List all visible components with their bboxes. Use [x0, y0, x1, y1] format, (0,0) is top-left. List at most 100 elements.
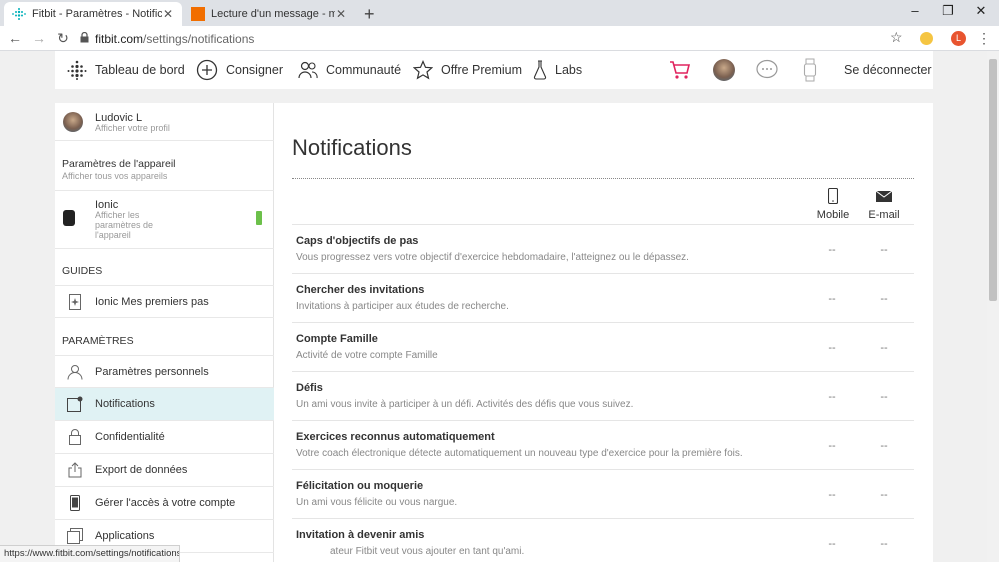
email-setting[interactable]: -- [864, 293, 904, 305]
nav-label: Labs [555, 63, 583, 77]
mobile-setting[interactable]: -- [812, 391, 852, 403]
mobile-setting[interactable]: -- [812, 244, 852, 256]
row-desc: ateur Fitbit veut vous ajouter en tant q… [330, 546, 525, 557]
status-url-bar: https://www.fitbit.com/settings/notifica… [0, 545, 180, 562]
new-tab-button[interactable]: + [364, 4, 375, 25]
extension-icon[interactable] [920, 32, 933, 45]
envelope-icon [864, 187, 904, 205]
column-header-mobile: Mobile [813, 187, 853, 221]
mobile-setting[interactable]: -- [812, 293, 852, 305]
email-setting[interactable]: -- [864, 391, 904, 403]
sidebar-item-label: Confidentialité [95, 431, 165, 443]
mobile-setting[interactable]: -- [812, 489, 852, 501]
nav-label: Offre Premium [441, 63, 523, 77]
table-row[interactable]: Chercher des invitations Invitations à p… [292, 274, 914, 323]
device-settings-title: Paramètres de l'appareil [62, 158, 176, 170]
sidebar-item-privacy[interactable]: Confidentialité [55, 421, 274, 454]
row-title: Défis [296, 382, 323, 394]
email-setting[interactable]: -- [864, 489, 904, 501]
sidebar-item-data-export[interactable]: Export de données [55, 454, 274, 487]
email-setting[interactable]: -- [864, 440, 904, 452]
tab-close-icon[interactable]: ✕ [162, 7, 174, 21]
menu-kebab-icon[interactable]: ⋮ [977, 30, 991, 47]
table-row[interactable]: Compte Famille Activité de votre compte … [292, 323, 914, 372]
sidebar-profile[interactable]: Ludovic L Afficher votre profil [55, 103, 274, 141]
email-setting[interactable]: -- [864, 538, 904, 550]
tab-close-icon[interactable]: ✕ [335, 7, 347, 21]
notifications-panel: Notifications Mobile E-mail Caps d'objec… [274, 103, 933, 562]
sidebar-item-label: Ionic Mes premiers pas [95, 295, 209, 308]
table-row[interactable]: Défis Un ami vous invite à participer à … [292, 372, 914, 421]
battery-icon [256, 211, 262, 225]
back-icon[interactable]: ← [6, 30, 24, 46]
nav-log[interactable]: Consigner [196, 51, 283, 89]
guide-icon [55, 293, 95, 310]
tab-mail[interactable]: Lecture d'un message - mail Ora ✕ [183, 2, 355, 26]
sidebar-device-settings[interactable]: Paramètres de l'appareil Afficher tous v… [55, 141, 274, 191]
title-divider [292, 178, 914, 179]
sidebar-item-personal-settings[interactable]: Paramètres personnels [55, 355, 274, 388]
row-title: Félicitation ou moquerie [296, 480, 424, 492]
table-row[interactable]: Invitation à devenir amis ateur Fitbit v… [292, 519, 914, 562]
profile-avatar-button[interactable]: L [951, 31, 966, 46]
profile-link[interactable]: Afficher votre profil [95, 123, 170, 133]
email-setting[interactable]: -- [864, 342, 904, 354]
nav-community[interactable]: Communauté [298, 51, 401, 89]
table-row[interactable]: Exercices reconnus automatiquement Votre… [292, 421, 914, 470]
tab-title: Fitbit - Paramètres - Notifications [32, 8, 162, 20]
mobile-setting[interactable]: -- [812, 538, 852, 550]
column-label: Mobile [816, 209, 850, 221]
star-icon [413, 60, 433, 80]
settings-sidebar: Ludovic L Afficher votre profil Paramètr… [55, 103, 274, 562]
maximize-button[interactable]: ❐ [938, 3, 958, 19]
forward-icon[interactable]: → [30, 30, 48, 46]
device-button[interactable] [803, 51, 825, 89]
ionic-watch-icon [63, 210, 75, 226]
mobile-setting[interactable]: -- [812, 440, 852, 452]
browser-tabstrip: Fitbit - Paramètres - Notifications ✕ Le… [0, 0, 999, 26]
user-avatar-button[interactable] [713, 51, 735, 89]
close-window-button[interactable]: ✕ [971, 3, 991, 19]
page-scrollbar[interactable] [987, 51, 999, 562]
row-desc: Votre coach électronique détecte automat… [296, 448, 743, 459]
table-row[interactable]: Caps d'objectifs de pas Vous progressez … [292, 225, 914, 274]
logout-link[interactable]: Se déconnecter [844, 51, 932, 89]
lock-icon [55, 429, 95, 445]
reload-icon[interactable]: ↻ [54, 30, 72, 47]
tab-fitbit[interactable]: Fitbit - Paramètres - Notifications ✕ [4, 2, 182, 26]
url-path: /settings/notifications [143, 31, 255, 46]
url-field[interactable]: fitbit.com/settings/notifications [80, 29, 880, 48]
column-label: E-mail [868, 209, 900, 221]
sidebar-item-label: Paramètres personnels [95, 365, 209, 378]
page-title: Notifications [292, 135, 412, 160]
messages-button[interactable] [755, 51, 787, 89]
sidebar-item-ionic-guide[interactable]: Ionic Mes premiers pas [55, 285, 274, 318]
address-bar: ← → ↻ fitbit.com/settings/notifications … [0, 26, 999, 51]
mobile-setting[interactable]: -- [812, 342, 852, 354]
nav-dashboard[interactable]: Tableau de bord [67, 51, 185, 89]
scrollbar-thumb[interactable] [989, 59, 997, 301]
bookmark-star-icon[interactable]: ☆ [890, 29, 903, 46]
sidebar-item-label: Notifications [95, 398, 155, 410]
cart-button[interactable] [669, 51, 699, 89]
sidebar-item-account-access[interactable]: Gérer l'accès à votre compte [55, 487, 274, 520]
mail-favicon-icon [191, 7, 205, 21]
email-setting[interactable]: -- [864, 244, 904, 256]
nav-label: Tableau de bord [95, 63, 185, 77]
device-settings-sub[interactable]: Afficher tous vos appareils [62, 171, 167, 181]
watch-icon [803, 58, 817, 82]
cart-icon [670, 61, 691, 79]
nav-premium[interactable]: Offre Premium [413, 51, 522, 89]
row-title: Invitation à devenir amis [296, 529, 425, 541]
page-viewport: Tableau de bord Consigner Communauté Off… [0, 51, 987, 562]
sidebar-item-notifications[interactable]: Notifications [55, 388, 274, 421]
sidebar-device-ionic[interactable]: Ionic Afficher les paramètres de l'appar… [55, 191, 274, 249]
notification-icon [55, 396, 95, 412]
fitbit-topnav: Tableau de bord Consigner Communauté Off… [55, 51, 933, 89]
device-sub[interactable]: Afficher les paramètres de l'appareil [95, 210, 165, 240]
dots-grid-icon [67, 60, 87, 80]
lock-icon [80, 31, 89, 46]
table-row[interactable]: Félicitation ou moquerie Un ami vous fél… [292, 470, 914, 519]
minimize-button[interactable]: – [905, 3, 925, 18]
nav-labs[interactable]: Labs [533, 51, 582, 89]
